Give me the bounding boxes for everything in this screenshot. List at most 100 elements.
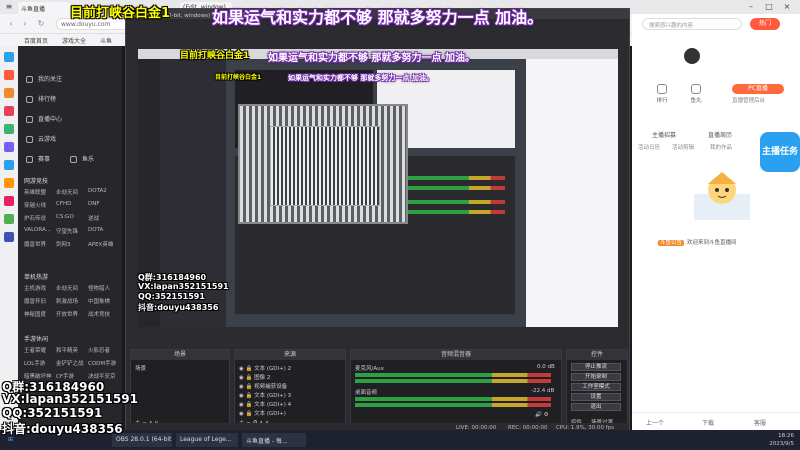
- app-icon[interactable]: [4, 52, 14, 62]
- tab-recruit[interactable]: 主播招募: [652, 130, 676, 139]
- bookmark-2[interactable]: 游戏大全: [62, 36, 86, 45]
- settings-button[interactable]: 设置: [571, 393, 621, 401]
- mixer-channel-name: 桌面音频: [355, 390, 378, 396]
- app-icon[interactable]: [4, 88, 14, 98]
- task-badge[interactable]: 主播任务: [760, 132, 800, 172]
- category-link[interactable]: 王者荣耀: [24, 346, 56, 354]
- category-link[interactable]: CFHD: [56, 201, 88, 209]
- category-link[interactable]: 守望先锋: [56, 227, 88, 235]
- category-link[interactable]: 魔兽世界: [24, 240, 56, 248]
- stop-stream-button[interactable]: 停止推流: [571, 363, 621, 371]
- category-link[interactable]: 火影忍者: [88, 346, 120, 354]
- sidebar-item-esports[interactable]: 赛事: [26, 154, 50, 164]
- tab-weekly[interactable]: 直播周历: [708, 130, 732, 139]
- category-link[interactable]: 和平精英: [56, 346, 88, 354]
- category-link[interactable]: DOTA: [88, 227, 120, 235]
- category-link[interactable]: 战术竞技: [88, 310, 120, 318]
- subtab-works[interactable]: 我的作品: [710, 143, 732, 151]
- app-icon[interactable]: [4, 70, 14, 80]
- app-icon[interactable]: [4, 106, 14, 116]
- back-icon[interactable]: ‹: [4, 17, 18, 31]
- stat-fishball[interactable]: 鱼丸: [676, 84, 716, 104]
- taskbar-item-browser[interactable]: 斗鱼直播 - 每...: [242, 433, 306, 447]
- category-link[interactable]: 英雄联盟: [24, 188, 56, 196]
- category-link[interactable]: 永劫无间: [56, 284, 88, 292]
- sidebar-item-following[interactable]: 我的关注: [26, 74, 62, 84]
- category-link[interactable]: 永劫无间: [56, 188, 88, 196]
- app-icon[interactable]: [4, 232, 14, 242]
- app-icon[interactable]: [4, 160, 14, 170]
- category-link[interactable]: APEX英雄: [88, 240, 120, 248]
- category-link[interactable]: DOTA2: [88, 188, 120, 196]
- exit-button[interactable]: 退出: [571, 403, 621, 411]
- overlay-slogan: 如果运气和实力都不够 那就多努力一点 加油。: [212, 8, 544, 27]
- sidebar-item-fun[interactable]: 鱼乐: [70, 154, 94, 164]
- start-recording-button[interactable]: 开始录制: [571, 373, 621, 381]
- category-link[interactable]: 金铲铲之战: [56, 359, 88, 367]
- sidebar-item-live-center[interactable]: 直播中心: [26, 114, 62, 124]
- taskbar-item-lol[interactable]: League of Lege...: [176, 433, 238, 447]
- volume-icon[interactable]: 🔊 ⚙: [535, 412, 549, 418]
- category-link[interactable]: 中国象棋: [88, 297, 120, 305]
- service-button[interactable]: 客服: [754, 418, 766, 427]
- category-link[interactable]: 逆战: [88, 214, 120, 222]
- category-link[interactable]: CS:GO: [56, 214, 88, 222]
- studio-mode-button[interactable]: 工作室模式: [571, 383, 621, 391]
- forward-icon[interactable]: ›: [18, 17, 32, 31]
- sidebar-item-cloud-game[interactable]: 云游戏: [26, 134, 56, 144]
- refresh-icon[interactable]: ↻: [34, 17, 48, 31]
- sidebar-item-ranking[interactable]: 排行榜: [26, 94, 56, 104]
- category-link[interactable]: 剑网3: [56, 240, 88, 248]
- source-item[interactable]: ◉ 🔒 视频捕获设备: [239, 382, 287, 390]
- hot-badge[interactable]: 热门: [750, 18, 780, 30]
- subtab-clips[interactable]: 活动剪辑: [672, 143, 694, 151]
- pc-live-subtitle: 直播管理后台: [732, 98, 766, 104]
- app-icon[interactable]: [4, 178, 14, 188]
- minimize-icon[interactable]: –: [744, 0, 758, 14]
- bookmark-3[interactable]: 斗鱼: [100, 36, 112, 45]
- maximize-icon[interactable]: □: [762, 0, 776, 14]
- close-icon[interactable]: ×: [780, 0, 794, 14]
- browser-menu-icon[interactable]: ≡: [2, 0, 16, 14]
- category-link[interactable]: 穿越火线: [24, 201, 56, 209]
- source-item[interactable]: ◉ 🔒 文本 (GDI+) 3: [239, 391, 291, 399]
- announcement-text: 欢迎来到斗鱼直播间: [687, 240, 737, 246]
- category-link[interactable]: 炉石传说: [24, 214, 56, 222]
- recursive-preview: [238, 104, 408, 224]
- category-link[interactable]: LOL手游: [24, 359, 56, 367]
- app-icon[interactable]: [4, 142, 14, 152]
- source-item[interactable]: ◉ 🔒 文本 (GDI+) 4: [239, 400, 291, 408]
- app-icon[interactable]: [4, 214, 14, 224]
- category-link[interactable]: 主机游戏: [24, 284, 56, 292]
- category-link[interactable]: VALORA...: [24, 227, 56, 235]
- search-input[interactable]: 搜索感兴趣的内容: [642, 18, 742, 30]
- browser-tab-1[interactable]: 斗鱼直播: [18, 2, 70, 14]
- source-item[interactable]: ◉ 🔒 文本 (GDI+) 2: [239, 364, 291, 372]
- category-link[interactable]: 神秘国度: [24, 310, 56, 318]
- app-icon[interactable]: [4, 124, 14, 134]
- contact-vx: VX:lapan352151591: [2, 392, 138, 406]
- category-link[interactable]: 怪物猎人: [88, 284, 120, 292]
- right-content-panel: 搜索感兴趣的内容 热门 排行 鱼丸 PC直播 直播管理后台 主播招募 直播周历 …: [632, 14, 800, 430]
- avatar[interactable]: [684, 48, 700, 64]
- category-link[interactable]: 刺激战场: [56, 297, 88, 305]
- source-item[interactable]: ◉ 🔒 图像 2: [239, 373, 270, 381]
- category-link[interactable]: 开放世界: [56, 310, 88, 318]
- scene-item[interactable]: 场景: [135, 364, 146, 372]
- app-icon[interactable]: [4, 196, 14, 206]
- category-link[interactable]: DNF: [88, 201, 120, 209]
- source-item[interactable]: ◉ 🔒 文本 (GDI+): [239, 409, 286, 417]
- scenes-header: 场景: [131, 350, 229, 360]
- pc-live-button[interactable]: PC直播: [732, 84, 784, 94]
- subtab-calendar[interactable]: 活动日历: [638, 143, 660, 151]
- mixer-header: 音频混音器: [351, 350, 561, 360]
- category-link[interactable]: 魔兽怀旧: [24, 297, 56, 305]
- category-link[interactable]: CODM手游: [88, 359, 120, 367]
- download-button[interactable]: 下载: [702, 418, 714, 427]
- overlay-rank-title-nested: 目前打峡谷白金1: [180, 51, 250, 61]
- bookmark-1[interactable]: 百度首页: [24, 36, 48, 45]
- coin-icon: [691, 84, 701, 94]
- prev-button[interactable]: 上一个: [646, 418, 664, 427]
- section-title: 网游竞技: [24, 178, 49, 185]
- obs-window: OBS 28.0.1 (64-bit, windows) - 配置文件: 未命名…: [125, 8, 630, 433]
